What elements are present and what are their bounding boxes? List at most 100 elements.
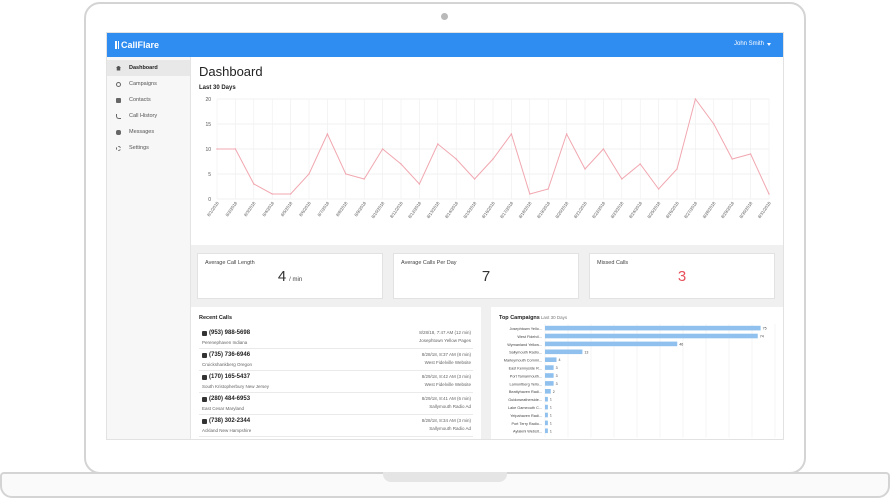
camera-dot xyxy=(441,13,448,20)
x-tick-label: 8/28/2018 xyxy=(702,200,717,219)
x-tick-label: 8/2/2018 xyxy=(225,200,239,217)
stat-card-average-calls-per-day: Average Calls Per Day 7 xyxy=(393,253,579,299)
call-date: 8/29/18, 8:41 AM (6 min) xyxy=(421,396,471,401)
user-menu[interactable]: John Smith xyxy=(734,41,771,47)
bar-category-label: Beattyhaven Radi... xyxy=(509,390,542,394)
bar-value-label: 46 xyxy=(679,342,683,346)
x-tick-label: 8/12/2018 xyxy=(407,200,422,219)
sidebar-item-campaigns[interactable]: Campaigns xyxy=(107,76,190,92)
data-point xyxy=(363,178,365,180)
call-location: Perenephaven Indiana xyxy=(202,340,248,345)
calls-chart-panel: 0 5 10 15 20 8/1/2018 8/2/2018 8/3/2018 8/4/2018… xyxy=(191,57,783,245)
call-source: West Fidelville Website xyxy=(424,360,471,365)
brand-icon xyxy=(115,41,119,49)
phone-icon xyxy=(202,352,207,358)
laptop-mockup: CallFlare John Smith Dashboard Campaigns… xyxy=(0,0,890,500)
sidebar-item-contacts[interactable]: Contacts xyxy=(107,92,190,108)
sidebar-item-dashboard[interactable]: Dashboard xyxy=(107,60,190,76)
data-point xyxy=(308,173,310,175)
sidebar-item-label: Dashboard xyxy=(129,65,158,71)
call-number: (735) 736-6946 xyxy=(202,352,250,358)
y-tick-label: 20 xyxy=(205,97,211,103)
x-tick-label: 8/30/2018 xyxy=(738,200,753,219)
user-name: John Smith xyxy=(733,41,764,47)
sidebar-item-settings[interactable]: Settings xyxy=(107,140,190,156)
call-row[interactable]: (735) 736-6946 Cruickshankberg Oregon 8/28… xyxy=(199,349,473,371)
call-source: Sallymouth Radio Ad xyxy=(429,404,471,409)
phone-icon xyxy=(202,418,207,424)
stat-number: 3 xyxy=(677,268,687,285)
call-row[interactable]: (170) 165-5437 South Kristopherbury New J… xyxy=(199,371,473,393)
sidebar-item-label: Call History xyxy=(129,113,158,119)
bar-value-label: 13 xyxy=(584,350,588,354)
data-point xyxy=(731,158,733,160)
stat-number: 7 xyxy=(481,268,491,285)
data-point xyxy=(768,193,770,195)
bar-value-label: 3 xyxy=(556,366,558,370)
sidebar: Dashboard Campaigns Contacts Call Histor… xyxy=(107,57,191,439)
campaign-bar xyxy=(545,365,554,370)
stat-value: 7 xyxy=(394,268,578,285)
phone-icon xyxy=(202,330,207,336)
bar-category-label: Lamontberg Yello... xyxy=(509,382,542,386)
data-point xyxy=(400,163,402,165)
stat-value: 4/ min xyxy=(198,268,382,285)
bar-value-label: 3 xyxy=(556,382,558,386)
campaign-bar xyxy=(545,333,758,339)
campaign-bar xyxy=(545,381,554,386)
data-point xyxy=(381,148,384,150)
campaign-bar xyxy=(545,428,548,434)
bar-value-label: 1 xyxy=(550,421,552,425)
call-row[interactable]: (953) 988-5698 Perenephaven Indiana 8/28/1… xyxy=(199,327,473,349)
data-point xyxy=(253,183,255,185)
call-number-text: (735) 736-6946 xyxy=(209,352,251,358)
x-tick-label: 8/29/2018 xyxy=(720,200,735,219)
call-number: (738) 302-2344 xyxy=(202,418,250,424)
call-date: 8/29/18, 8:42 AM (3 min) xyxy=(421,374,471,379)
call-number-text: (170) 165-5437 xyxy=(209,374,251,380)
campaign-bar xyxy=(545,389,551,394)
bar-category-label: Port Terry Radio... xyxy=(511,422,542,426)
data-point xyxy=(492,158,494,160)
call-number: (280) 484-6953 xyxy=(202,396,250,402)
sidebar-item-messages[interactable]: Messages xyxy=(107,124,190,140)
data-point xyxy=(418,183,421,185)
data-point xyxy=(547,188,549,190)
x-tick-label: 8/3/2018 xyxy=(243,200,257,217)
brand-name: CallFlare xyxy=(121,40,160,50)
bar-category-label: Marleymouth Commi... xyxy=(504,359,542,363)
stat-number: 4 xyxy=(277,268,287,285)
contacts-icon xyxy=(116,97,121,103)
bar-value-label: 1 xyxy=(550,429,552,433)
campaign-bar xyxy=(545,325,761,331)
y-tick-label: 10 xyxy=(205,147,211,153)
campaign-bar xyxy=(545,349,583,355)
call-date: 8/28/18, 8:34 AM (3 min) xyxy=(421,418,471,423)
bar-category-label: Josephtown Yello... xyxy=(509,327,542,331)
data-point xyxy=(621,178,623,180)
call-row[interactable]: (738) 302-2344 Ackland New Hampshire 8/28/… xyxy=(199,415,473,437)
y-tick-label: 0 xyxy=(208,197,211,203)
bar-value-label: 75 xyxy=(763,327,767,331)
y-tick-label: 15 xyxy=(205,122,211,128)
call-number: (170) 165-5437 xyxy=(202,374,250,380)
bar-category-label: Guidoweatherside... xyxy=(508,398,542,402)
messages-icon xyxy=(116,129,121,135)
x-tick-label: 8/31/2018 xyxy=(757,200,772,219)
brand-logo[interactable]: CallFlare xyxy=(115,40,159,50)
campaign-bar xyxy=(545,373,554,378)
data-point xyxy=(529,193,531,195)
bar-category-label: Aylakmi Websit... xyxy=(513,430,542,434)
x-tick-label: 8/17/2018 xyxy=(499,200,514,219)
x-tick-label: 8/22/2018 xyxy=(591,200,606,219)
x-tick-label: 8/24/2018 xyxy=(628,200,643,219)
x-tick-label: 8/16/2018 xyxy=(481,200,496,219)
phone-icon xyxy=(202,374,207,380)
sidebar-item-call-history[interactable]: Call History xyxy=(107,108,190,124)
call-row[interactable]: (280) 484-6953 East Cesar Maryland 8/29/18… xyxy=(199,393,473,415)
x-tick-label: 8/11/2018 xyxy=(389,200,404,219)
campaign-bar xyxy=(545,357,557,362)
chart-title: Last 30 Days xyxy=(199,85,236,91)
data-point xyxy=(584,168,586,170)
x-tick-label: 8/14/2018 xyxy=(444,200,459,219)
